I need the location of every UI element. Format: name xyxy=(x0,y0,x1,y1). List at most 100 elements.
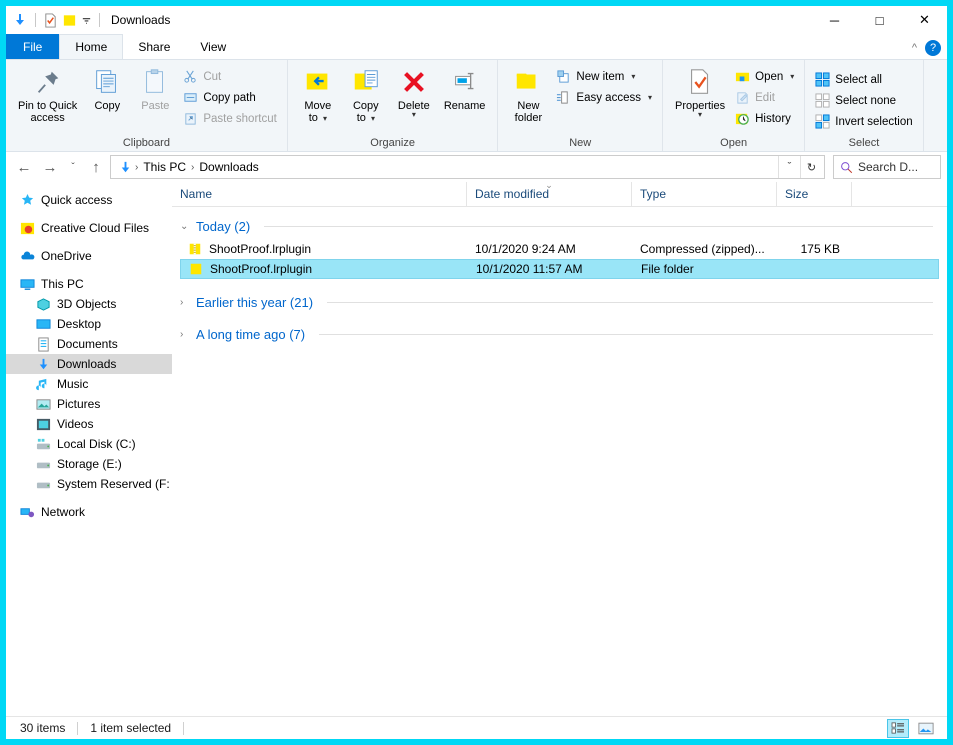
sidebar-label: Local Disk (C:) xyxy=(57,437,136,451)
minimize-button[interactable]: ─ xyxy=(812,6,857,34)
copy-button[interactable]: Copy xyxy=(83,65,131,114)
sidebar-item-3d-objects[interactable]: 3D Objects xyxy=(6,294,172,314)
table-row[interactable]: ShootProof.lrplugin 10/1/2020 11:57 AM F… xyxy=(180,259,939,279)
new-folder-icon[interactable] xyxy=(62,13,77,27)
tab-share[interactable]: Share xyxy=(123,34,185,59)
properties-button[interactable]: Properties ▾ xyxy=(669,65,731,120)
new-item-button[interactable]: New item ▾ xyxy=(552,66,656,87)
downloads-folder-icon[interactable] xyxy=(12,12,28,28)
copy-path-button[interactable]: Copy path xyxy=(179,87,281,108)
edit-button[interactable]: Edit xyxy=(731,87,798,108)
move-to-label-1: Move xyxy=(304,100,332,112)
easy-access-caret-icon: ▾ xyxy=(647,93,652,102)
group-header-earlier-this-year[interactable]: › Earlier this year (21) xyxy=(172,289,947,315)
breadcrumb-downloads[interactable]: Downloads xyxy=(196,160,261,174)
collapse-ribbon-icon[interactable]: ^ xyxy=(912,42,917,54)
delete-button[interactable]: Delete ▾ xyxy=(390,65,438,120)
nav-spacer-2 xyxy=(6,238,172,246)
history-button[interactable]: History xyxy=(731,108,798,129)
forward-button[interactable]: → xyxy=(38,155,62,179)
select-small-buttons: Select all Select none Invert selection xyxy=(811,68,916,132)
search-input[interactable]: Search D... xyxy=(833,155,941,179)
copy-to-button[interactable]: Copy to ▾ xyxy=(342,65,390,127)
sidebar-item-quick-access[interactable]: Quick access xyxy=(6,190,172,210)
maximize-button[interactable]: □ xyxy=(857,6,902,34)
tab-view[interactable]: View xyxy=(185,34,241,59)
window-controls: ─ □ ✕ xyxy=(812,6,947,34)
chevron-down-icon[interactable] xyxy=(81,15,92,26)
copy-to-label-1: Copy xyxy=(352,100,379,112)
paste-shortcut-button[interactable]: Paste shortcut xyxy=(179,108,281,129)
open-button[interactable]: Open ▾ xyxy=(731,66,798,87)
file-type-cell: Compressed (zipped)... xyxy=(640,242,765,256)
sidebar-item-downloads[interactable]: Downloads xyxy=(6,354,172,374)
properties-caret-icon: ▾ xyxy=(698,110,703,119)
sidebar-item-documents[interactable]: Documents xyxy=(6,334,172,354)
properties-icon[interactable] xyxy=(43,12,58,28)
new-item-icon xyxy=(556,69,571,84)
select-none-icon xyxy=(815,93,830,108)
organize-group-label: Organize xyxy=(370,137,415,149)
help-icon[interactable]: ? xyxy=(925,40,941,56)
up-button[interactable]: ↑ xyxy=(84,155,108,179)
easy-access-button[interactable]: Easy access ▾ xyxy=(552,87,656,108)
easy-access-label: Easy access xyxy=(576,91,641,104)
column-header-name[interactable]: Name xyxy=(172,181,467,207)
recent-locations-button[interactable]: ˇ xyxy=(64,155,82,179)
address-input[interactable]: › This PC › Downloads ˇ ↻ xyxy=(110,155,825,179)
invert-selection-button[interactable]: Invert selection xyxy=(811,111,916,132)
sidebar-item-storage-e[interactable]: Storage (E:) xyxy=(6,454,172,474)
rename-button[interactable]: Rename xyxy=(438,65,492,114)
sidebar-item-network[interactable]: Network xyxy=(6,502,172,522)
group-divider xyxy=(327,301,933,303)
column-header-type[interactable]: Type xyxy=(632,181,777,207)
sidebar-item-videos[interactable]: Videos xyxy=(6,414,172,434)
select-all-button[interactable]: Select all xyxy=(811,69,916,90)
downloads-icon xyxy=(36,357,51,372)
table-row[interactable]: ShootProof.lrplugin 10/1/2020 9:24 AM Co… xyxy=(180,239,939,259)
details-view-button[interactable] xyxy=(887,718,909,738)
group-spacer-1 xyxy=(172,279,947,289)
tab-file[interactable]: File xyxy=(6,34,60,59)
sidebar-label: OneDrive xyxy=(41,249,92,263)
new-folder-button[interactable]: New folder xyxy=(504,65,552,126)
sidebar-item-desktop[interactable]: Desktop xyxy=(6,314,172,334)
back-button[interactable]: ← xyxy=(12,155,36,179)
paste-button[interactable]: Paste xyxy=(131,65,179,114)
address-dropdown-button[interactable]: ˇ xyxy=(778,156,800,178)
cut-button[interactable]: Cut xyxy=(179,66,281,87)
pin-label-1: Pin to Quick xyxy=(18,100,78,112)
clipboard-small-buttons: Cut Copy path Paste shortcut xyxy=(179,65,281,129)
search-icon xyxy=(840,161,853,174)
file-name-cell: ShootProof.lrplugin xyxy=(180,242,467,256)
close-button[interactable]: ✕ xyxy=(902,6,947,34)
column-header-date-modified[interactable]: ⌄ Date modified xyxy=(467,180,632,207)
group-header-a-long-time-ago[interactable]: › A long time ago (7) xyxy=(172,321,947,347)
clipboard-group-label: Clipboard xyxy=(122,137,170,149)
move-to-button[interactable]: Move to ▾ xyxy=(294,65,342,127)
nav-spacer-4 xyxy=(6,494,172,502)
sidebar-item-local-disk-c[interactable]: Local Disk (C:) xyxy=(6,434,172,454)
select-none-button[interactable]: Select none xyxy=(811,90,916,111)
edit-icon xyxy=(735,90,750,105)
refresh-button[interactable]: ↻ xyxy=(800,156,822,178)
pin-label-2: access xyxy=(30,112,65,124)
sidebar-item-creative-cloud-files[interactable]: Creative Cloud Files xyxy=(6,218,172,238)
group-header-today[interactable]: ⌄ Today (2) xyxy=(172,213,947,239)
status-bar: 30 items 1 item selected xyxy=(6,716,947,739)
column-header-size[interactable]: Size xyxy=(777,181,852,207)
sidebar-label: Desktop xyxy=(57,317,102,331)
tab-home[interactable]: Home xyxy=(59,34,124,59)
column-headers: Name ⌄ Date modified Type Size xyxy=(172,180,947,207)
sidebar-label: Network xyxy=(41,505,86,519)
sidebar-item-system-reserved-f[interactable]: System Reserved (F: xyxy=(6,474,172,494)
large-icons-view-button[interactable] xyxy=(915,719,937,738)
sidebar-item-onedrive[interactable]: OneDrive xyxy=(6,246,172,266)
ribbon-filler xyxy=(924,60,947,151)
sidebar-item-music[interactable]: Music xyxy=(6,374,172,394)
sidebar-item-this-pc[interactable]: This PC xyxy=(6,274,172,294)
sidebar-item-pictures[interactable]: Pictures xyxy=(6,394,172,414)
new-item-caret-icon: ▾ xyxy=(631,72,636,81)
pin-to-quick-access-button[interactable]: Pin to Quick access xyxy=(12,65,83,126)
breadcrumb-this-pc[interactable]: This PC xyxy=(140,160,189,174)
